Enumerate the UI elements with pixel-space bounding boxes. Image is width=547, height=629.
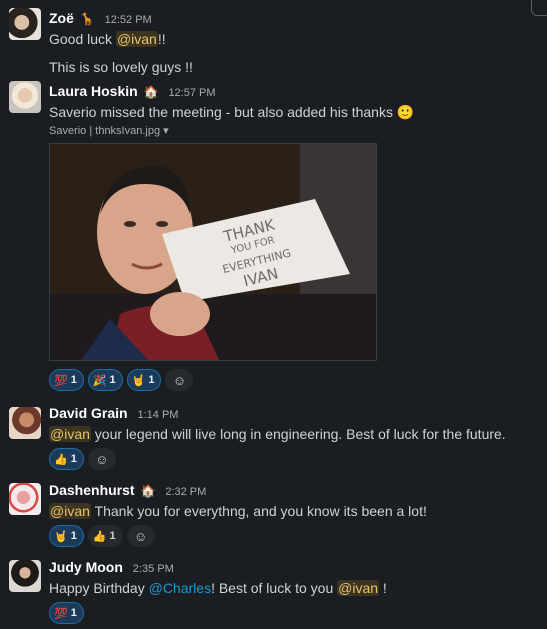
sender-name[interactable]: Judy Moon [49,559,123,575]
mention[interactable]: @ivan [49,426,91,442]
status-emoji: 🏠 [140,484,156,498]
attached-image[interactable]: THANK YOU FOR EVERYTHING IVAN [49,143,377,361]
message-text: @ivan your legend will live long in engi… [49,426,506,442]
reaction-rock-on[interactable]: 🤘 1 [49,525,84,547]
status-emoji: 🦒 [79,12,95,26]
mention[interactable]: @ivan [115,31,158,47]
file-header[interactable]: Saverio | thnksIvan.jpg ▾ [49,123,539,139]
avatar[interactable] [9,560,41,592]
timestamp[interactable]: 2:35 PM [133,563,174,575]
sender-name[interactable]: Dashenhurst [49,482,135,498]
message-text: Saverio missed the meeting - but also ad… [49,104,415,120]
reaction-thumbs-up[interactable]: 👍 1 [49,448,84,470]
mention[interactable]: @ivan [49,503,91,519]
mention[interactable]: @ivan [337,580,380,596]
avatar[interactable] [9,407,41,439]
sender-name[interactable]: Zoë [49,10,74,26]
add-reaction-icon[interactable]: ☺︎ [87,448,116,470]
reaction-100[interactable]: 💯 1 [49,602,84,624]
sender-name[interactable]: David Grain [49,405,128,421]
timestamp[interactable]: 12:52 PM [105,14,152,26]
reaction-rock-on[interactable]: 🤘 1 [126,369,162,391]
avatar[interactable] [9,8,41,40]
avatar[interactable] [9,81,41,113]
add-reaction-icon[interactable]: ☺︎ [126,525,155,547]
status-emoji: 🏠 [143,85,159,99]
chevron-down-icon[interactable]: ▾ [163,125,169,137]
add-reaction-icon[interactable]: ☺︎ [165,369,194,391]
timestamp[interactable]: 2:32 PM [165,486,206,498]
avatar[interactable] [9,483,41,515]
smile-emoji: 🙂 [396,104,415,120]
timestamp[interactable]: 12:57 PM [168,87,215,99]
message-text: Good luck @ivan!! [49,31,166,47]
timestamp[interactable]: 1:14 PM [137,409,178,421]
reaction-tada[interactable]: 🎉 1 [87,369,123,391]
mention-link[interactable]: @Charles [149,580,211,596]
reaction-100[interactable]: 💯 1 [49,369,84,391]
message-text: @ivan Thank you for everythng, and you k… [49,503,427,519]
message-text: This is so lovely guys !! [49,59,193,75]
message-text: Happy Birthday @Charles! Best of luck to… [49,580,387,596]
reaction-thumbs-up[interactable]: 👍 1 [87,525,123,547]
sender-name[interactable]: Laura Hoskin [49,83,138,99]
